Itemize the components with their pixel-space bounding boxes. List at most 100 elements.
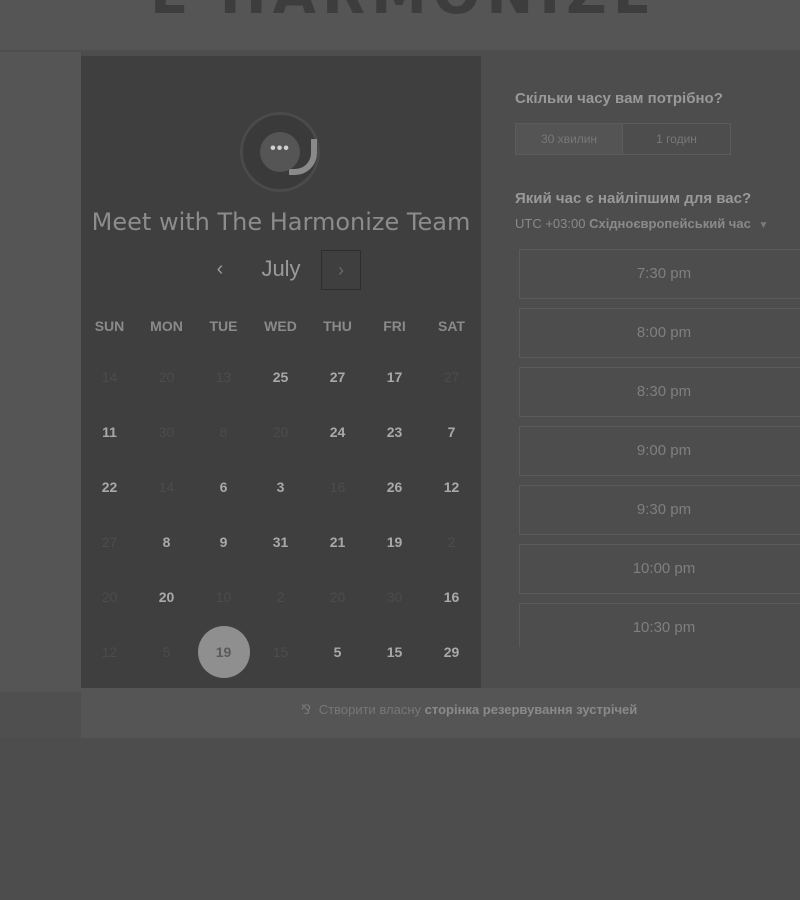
calendar-day-unavailable: 27 bbox=[423, 350, 480, 405]
time-slot-button[interactable]: 8:30 pm bbox=[519, 367, 800, 417]
day-number: 31 bbox=[272, 534, 289, 550]
time-slot-button[interactable]: 10:00 pm bbox=[519, 544, 800, 594]
chat-logo-icon: ••• bbox=[240, 112, 320, 192]
day-number: 5 bbox=[333, 644, 342, 660]
day-number: 9 bbox=[219, 534, 228, 550]
calendar-day[interactable]: 19 bbox=[366, 515, 423, 570]
time-slot-button[interactable]: 7:30 pm bbox=[519, 249, 800, 299]
calendar-day[interactable]: 8 bbox=[138, 515, 195, 570]
day-number: 22 bbox=[101, 479, 118, 495]
duration-1hour-button[interactable]: 1 годин bbox=[623, 124, 730, 154]
time-question: Який час є найліпшим для вас? bbox=[515, 190, 752, 207]
calendar-day-unavailable: 10 bbox=[195, 570, 252, 625]
create-booking-page-link[interactable]: ⅋ Створити власну сторінка резервування … bbox=[301, 702, 637, 718]
duration-question: Скільки часу вам потрібно? bbox=[515, 90, 723, 107]
weekday-label: MON bbox=[150, 318, 183, 334]
timezone-offset: UTC +03:00 bbox=[515, 216, 586, 231]
calendar-day-unavailable: 13 bbox=[195, 350, 252, 405]
day-number: 14 bbox=[158, 479, 175, 495]
duration-30min-button[interactable]: 30 хвилин bbox=[516, 124, 623, 154]
caret-down-icon: ▼ bbox=[758, 220, 769, 231]
calendar-day-unavailable: 27 bbox=[81, 515, 138, 570]
calendar-day[interactable]: 23 bbox=[366, 405, 423, 460]
logo-bubble: ••• bbox=[260, 132, 300, 172]
day-number: 26 bbox=[386, 479, 403, 495]
header-band: E HARMONIZE bbox=[0, 0, 800, 50]
calendar-day[interactable]: 15 bbox=[366, 625, 423, 680]
footer-bold: сторінка резервування зустрічей bbox=[424, 702, 638, 717]
calendar-week: 11 30 8 20 24 23 7 bbox=[81, 405, 481, 460]
calendar-day[interactable]: 11 bbox=[81, 405, 138, 460]
calendar-day-unavailable: 20 bbox=[252, 405, 309, 460]
day-number: 7 bbox=[447, 424, 456, 440]
brand-logo-text: E HARMONIZE bbox=[150, 0, 657, 27]
calendar-day[interactable]: 9 bbox=[195, 515, 252, 570]
day-number: 11 bbox=[102, 424, 117, 440]
calendar-day[interactable]: 16 bbox=[423, 570, 480, 625]
time-slot-button[interactable]: 8:00 pm bbox=[519, 308, 800, 358]
time-slot-button[interactable]: 9:00 pm bbox=[519, 426, 800, 476]
prev-month-button[interactable]: ‹ bbox=[205, 254, 235, 284]
duration-selector: 30 хвилин 1 годин bbox=[515, 123, 731, 155]
calendar-day[interactable]: 7 bbox=[423, 405, 480, 460]
day-number: 16 bbox=[329, 479, 346, 495]
day-number: 27 bbox=[329, 369, 346, 385]
calendar-day-unavailable: 2 bbox=[423, 515, 480, 570]
left-margin-bottom bbox=[0, 692, 81, 738]
day-number: 16 bbox=[443, 589, 460, 605]
calendar-day[interactable]: 26 bbox=[366, 460, 423, 515]
day-number: 21 bbox=[329, 534, 346, 550]
day-number: 27 bbox=[101, 534, 118, 550]
calendar-day[interactable]: 21 bbox=[309, 515, 366, 570]
calendar-week: 12 5 19 15 5 15 29 bbox=[81, 625, 481, 680]
timezone-name: Східноєвропейський час bbox=[589, 216, 751, 231]
time-slot-button[interactable]: 9:30 pm bbox=[519, 485, 800, 535]
day-number: 29 bbox=[443, 644, 460, 660]
calendar-day[interactable]: 24 bbox=[309, 405, 366, 460]
next-month-button[interactable]: › bbox=[321, 250, 361, 290]
calendar-day[interactable]: 12 bbox=[423, 460, 480, 515]
calendar-day[interactable]: 3 bbox=[252, 460, 309, 515]
calendar-day[interactable]: 6 bbox=[195, 460, 252, 515]
day-number: 12 bbox=[443, 479, 460, 495]
calendar-day-unavailable: 2 bbox=[252, 570, 309, 625]
day-number: 14 bbox=[101, 369, 118, 385]
day-number: 20 bbox=[158, 369, 175, 385]
ellipsis-icon: ••• bbox=[270, 140, 290, 157]
day-number: 12 bbox=[101, 644, 118, 660]
day-number: 27 bbox=[443, 369, 460, 385]
month-navigation: ‹ July › bbox=[81, 250, 481, 292]
calendar-panel: ••• Meet with The Harmonize Team ‹ July … bbox=[81, 56, 481, 688]
calendar-day[interactable]: 22 bbox=[81, 460, 138, 515]
calendar-day-unavailable: 14 bbox=[138, 460, 195, 515]
weekday-label: SUN bbox=[94, 318, 125, 334]
left-margin bbox=[0, 52, 82, 692]
calendar-day[interactable]: 29 bbox=[423, 625, 480, 680]
calendar-day-selected[interactable]: 19 bbox=[195, 625, 252, 680]
calendar-grid: 14 20 13 25 27 17 27 11 30 8 20 24 23 7 22 14 6 3 16 26 12 27… bbox=[81, 350, 481, 680]
calendar-day[interactable]: 5 bbox=[309, 625, 366, 680]
weekday-label: THU bbox=[323, 318, 352, 334]
calendar-day-unavailable: 20 bbox=[309, 570, 366, 625]
calendar-week: 20 20 10 2 20 30 16 bbox=[81, 570, 481, 625]
calendar-day-unavailable: 30 bbox=[138, 405, 195, 460]
day-number: 20 bbox=[158, 589, 175, 605]
time-slot-button[interactable]: 10:30 pm bbox=[519, 603, 800, 647]
day-number: 19 bbox=[197, 626, 250, 678]
day-number: 20 bbox=[329, 589, 346, 605]
weekday-label: TUE bbox=[209, 318, 238, 334]
calendar-week: 22 14 6 3 16 26 12 bbox=[81, 460, 481, 515]
day-number: 24 bbox=[329, 424, 346, 440]
calendar-day[interactable]: 31 bbox=[252, 515, 309, 570]
calendar-day[interactable]: 27 bbox=[309, 350, 366, 405]
calendar-week: 27 8 9 31 21 19 2 bbox=[81, 515, 481, 570]
day-number: 30 bbox=[386, 589, 403, 605]
calendar-day[interactable]: 25 bbox=[252, 350, 309, 405]
calendar-day-unavailable: 14 bbox=[81, 350, 138, 405]
timezone-selector[interactable]: UTC +03:00 Східноєвропейський час ▼ bbox=[515, 216, 768, 231]
day-number: 13 bbox=[215, 369, 232, 385]
calendar-day[interactable]: 20 bbox=[138, 570, 195, 625]
weekday-label: WED bbox=[264, 318, 297, 334]
day-number: 20 bbox=[272, 424, 289, 440]
calendar-day[interactable]: 17 bbox=[366, 350, 423, 405]
